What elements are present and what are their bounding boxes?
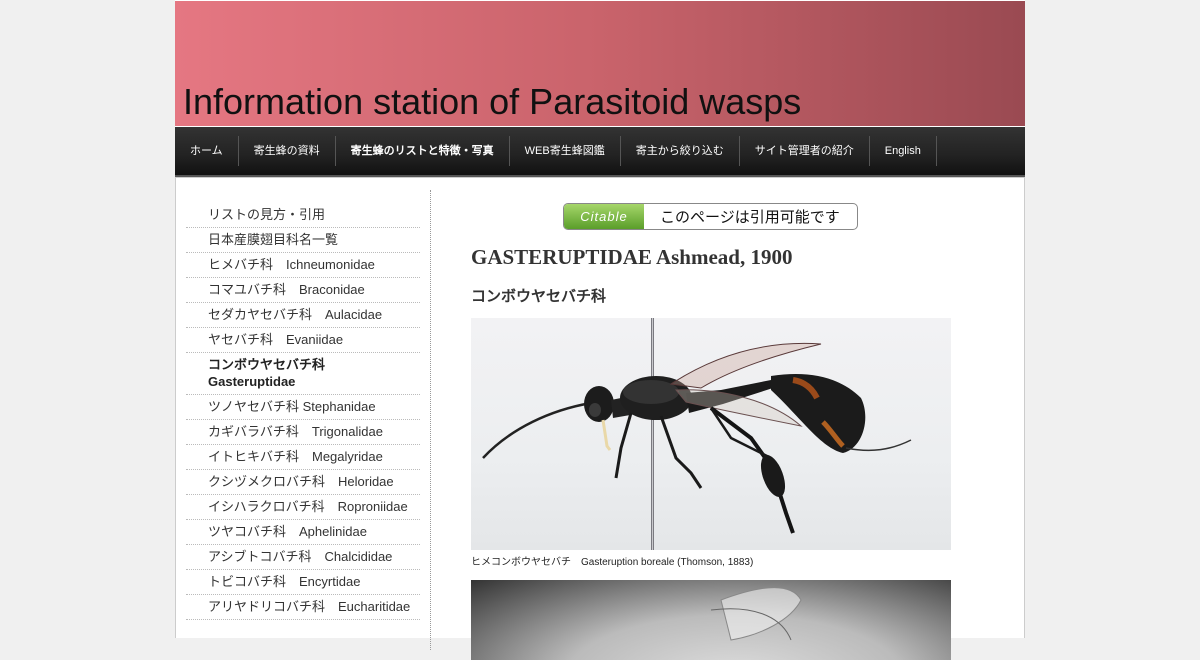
sidebar-item-encyrtidae[interactable]: トビコバチ科 Encyrtidae	[186, 570, 420, 595]
sidebar-item-chalcididae[interactable]: アシブトコバチ科 Chalcididae	[186, 545, 420, 570]
page: Information station of Parasitoid wasps …	[175, 0, 1025, 660]
site-title[interactable]: Information station of Parasitoid wasps	[183, 81, 801, 123]
nav-item-english[interactable]: English	[870, 136, 937, 166]
sidebar: リストの見方・引用 日本産膜翅目科名一覧 ヒメバチ科 Ichneumonidae…	[186, 203, 420, 620]
specimen-photo-2[interactable]	[471, 580, 951, 660]
citable-tag: Citable	[564, 204, 644, 229]
wasp-specimen-image	[482, 318, 912, 550]
sidebar-item-ichneumonidae[interactable]: ヒメバチ科 Ichneumonidae	[186, 253, 420, 278]
nav-item-admin[interactable]: サイト管理者の紹介	[740, 136, 870, 166]
content-area: リストの見方・引用 日本産膜翅目科名一覧 ヒメバチ科 Ichneumonidae…	[175, 177, 1025, 660]
main-content: Citable このページは引用可能です GASTERUPTIDAE Ashme…	[471, 203, 951, 660]
citable-text: このページは引用可能です	[660, 209, 840, 226]
sidebar-item-braconidae[interactable]: コマユバチ科 Braconidae	[186, 278, 420, 303]
family-jp-name: コンボウヤセバチ科	[471, 288, 607, 305]
photo-caption-1: ヒメコンボウヤセバチ Gasteruption boreale (Thomson…	[471, 557, 754, 568]
sidebar-item-howto[interactable]: リストの見方・引用	[186, 203, 420, 228]
wasp-wing-image	[710, 587, 802, 641]
header-banner: Information station of Parasitoid wasps	[175, 1, 1025, 126]
sidebar-item-evaniidae[interactable]: ヤセバチ科 Evaniidae	[186, 328, 420, 353]
sidebar-item-roproniidae[interactable]: イシハラクロバチ科 Roproniidae	[186, 495, 420, 520]
sidebar-item-heloridae[interactable]: クシヅメクロバチ科 Heloridae	[186, 470, 420, 495]
sidebar-item-family-list[interactable]: 日本産膜翅目科名一覧	[186, 228, 420, 253]
citable-badge[interactable]: Citable このページは引用可能です	[563, 203, 858, 230]
main-nav: ホーム 寄生蜂の資料 寄生蜂のリストと特徴・写真 WEB寄生蜂図鑑 寄主から絞り…	[175, 127, 1025, 177]
nav-item-host-filter[interactable]: 寄主から絞り込む	[621, 136, 740, 166]
sidebar-item-megalyridae[interactable]: イトヒキバチ科 Megalyridae	[186, 445, 420, 470]
sidebar-item-eucharitidae[interactable]: アリヤドリコバチ科 Eucharitidae	[186, 595, 420, 620]
specimen-photo-1[interactable]	[471, 318, 951, 550]
sidebar-item-aulacidae[interactable]: セダカヤセバチ科 Aulacidae	[186, 303, 420, 328]
sidebar-item-aphelinidae[interactable]: ツヤコバチ科 Aphelinidae	[186, 520, 420, 545]
sidebar-item-stephanidae[interactable]: ツノヤセバチ科 Stephanidae	[186, 395, 420, 420]
nav-item-materials[interactable]: 寄生蜂の資料	[239, 136, 336, 166]
nav-item-web-guide[interactable]: WEB寄生蜂図鑑	[510, 136, 621, 166]
nav-item-list[interactable]: 寄生蜂のリストと特徴・写真	[336, 136, 510, 166]
sidebar-divider	[430, 190, 431, 650]
sidebar-item-trigonalidae[interactable]: カギバラバチ科 Trigonalidae	[186, 420, 420, 445]
nav-item-home[interactable]: ホーム	[175, 136, 239, 166]
family-title: GASTERUPTIDAE Ashmead, 1900	[471, 245, 793, 269]
sidebar-item-gasteruptidae[interactable]: コンボウヤセバチ科 Gasteruptidae	[186, 353, 420, 395]
